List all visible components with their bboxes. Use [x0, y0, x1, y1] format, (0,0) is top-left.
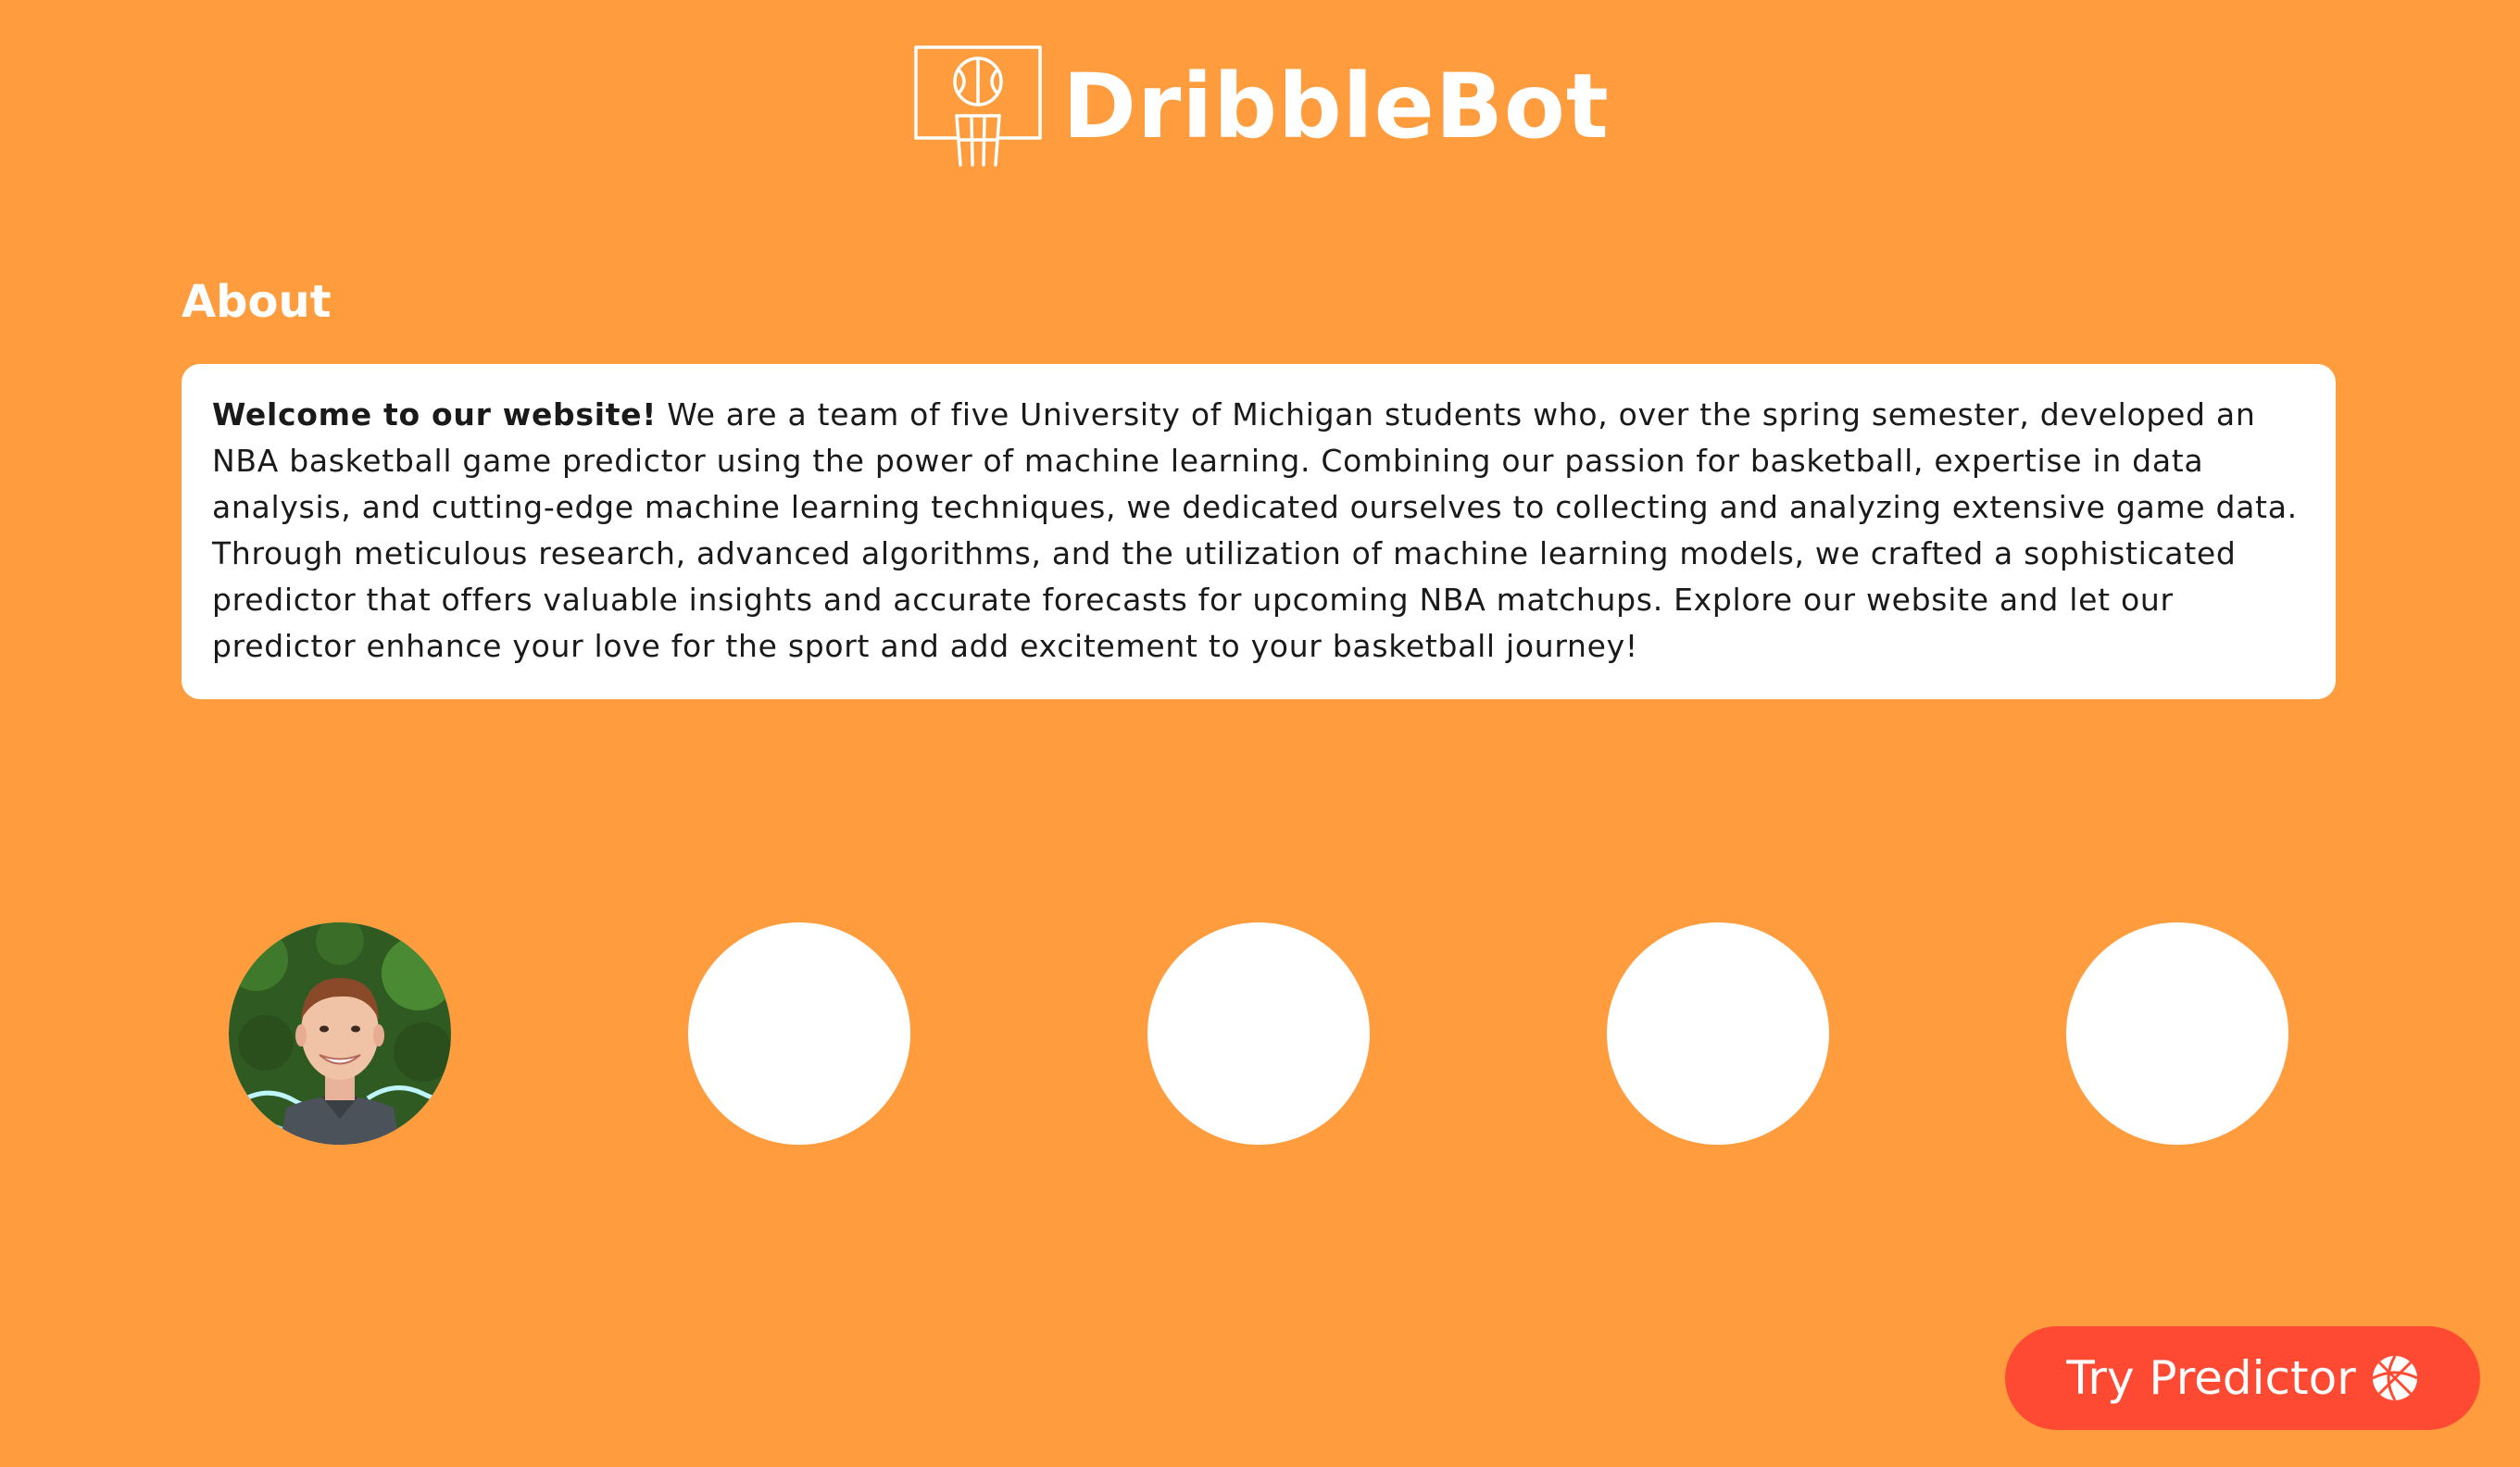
member-photo: [229, 922, 451, 1145]
about-intro: Welcome to our website!: [212, 396, 658, 433]
about-body: We are a team of five University of Mich…: [212, 396, 2298, 664]
about-card: Welcome to our website! We are a team of…: [182, 364, 2336, 699]
team-member-avatar-2: [688, 922, 910, 1145]
try-predictor-label: Try Predictor: [2066, 1351, 2356, 1405]
basketball-hoop-icon: [914, 45, 1043, 167]
team-member-avatar-5: [2066, 922, 2288, 1145]
try-predictor-button[interactable]: Try Predictor: [2005, 1326, 2480, 1430]
about-heading: About: [182, 276, 332, 328]
site-header: DribbleBot: [0, 37, 2520, 176]
brand-name: DribbleBot: [1062, 55, 1610, 158]
team-member-avatar-1: [229, 922, 451, 1145]
about-paragraph: Welcome to our website! We are a team of…: [212, 392, 2305, 670]
basketball-icon: [2372, 1355, 2418, 1401]
team-member-avatar-4: [1607, 922, 1829, 1145]
team-avatars: [0, 922, 2520, 1145]
team-member-avatar-3: [1147, 922, 1370, 1145]
